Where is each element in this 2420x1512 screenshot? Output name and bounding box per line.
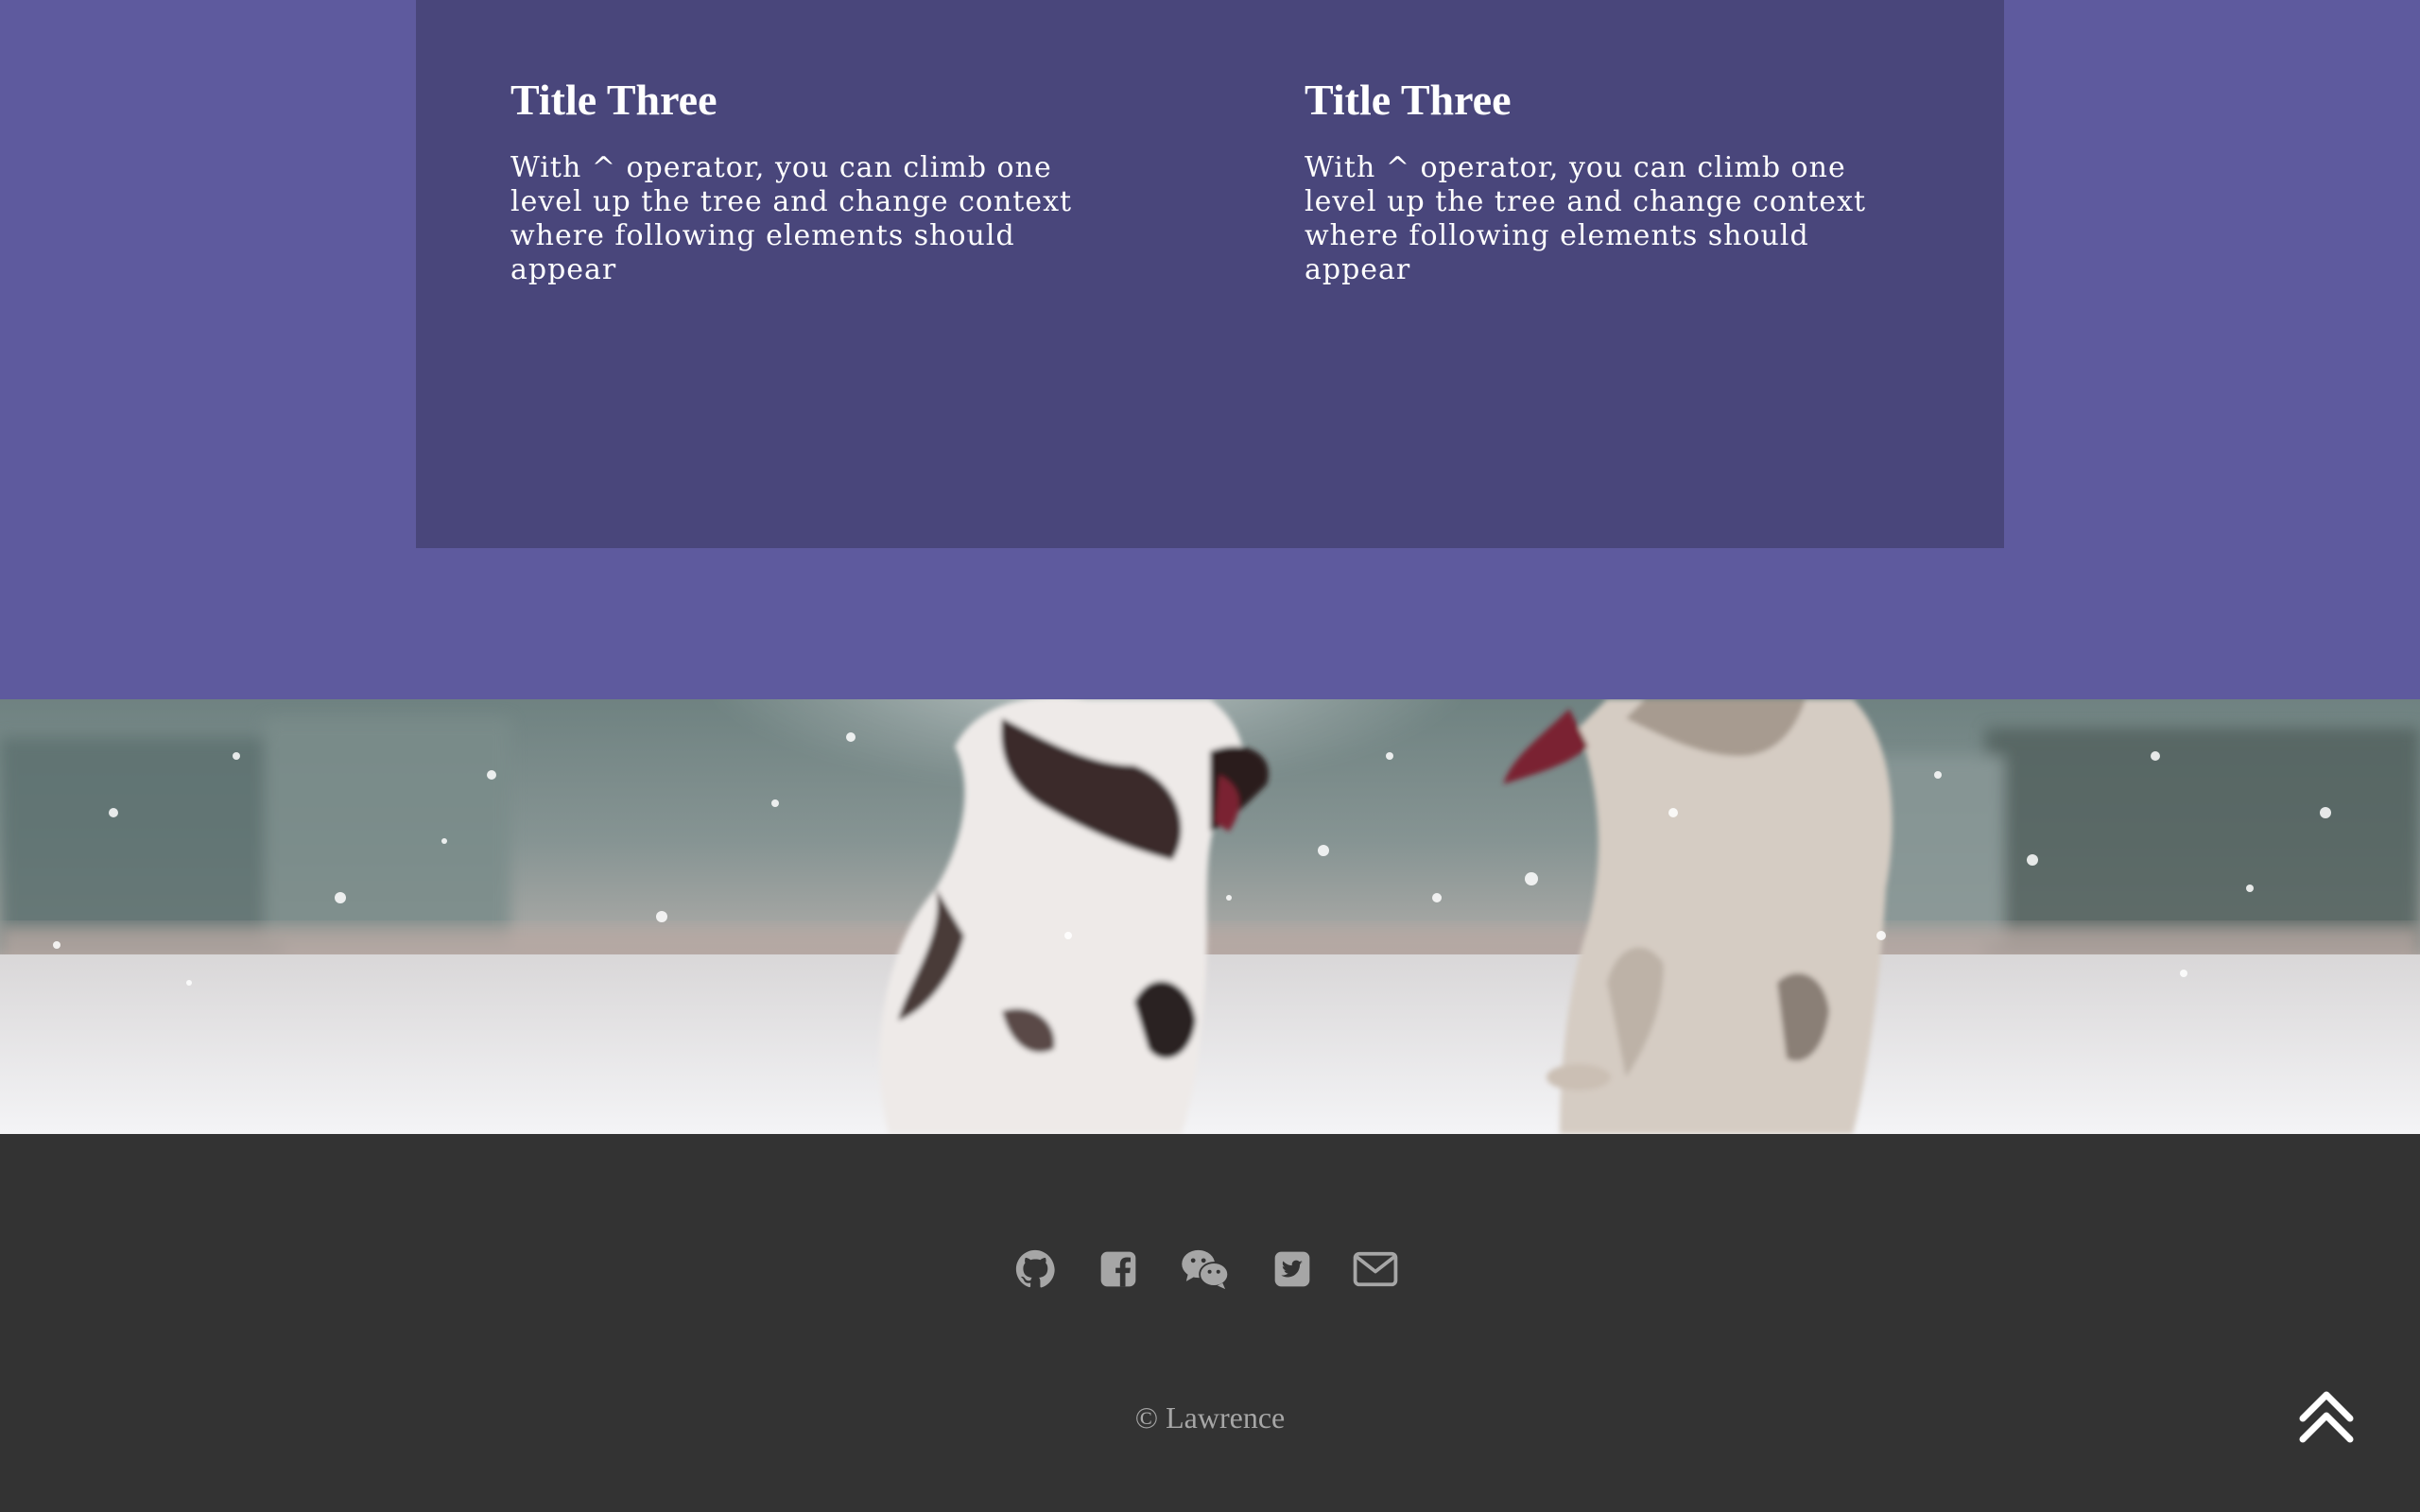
github-link[interactable] bbox=[1011, 1246, 1059, 1293]
feature-card: Title Three With ^ operator, you can cli… bbox=[1305, 70, 1910, 287]
wechat-icon bbox=[1182, 1249, 1230, 1290]
hero-image bbox=[0, 699, 2420, 1134]
husky-puppies-illustration bbox=[0, 699, 2420, 1134]
double-chevron-up-icon bbox=[2299, 1391, 2354, 1443]
card-body: With ^ operator, you can climb one level… bbox=[510, 151, 1073, 286]
github-icon bbox=[1015, 1249, 1055, 1288]
feature-card: Title Three With ^ operator, you can cli… bbox=[510, 70, 1115, 287]
social-links bbox=[1011, 1246, 1399, 1293]
mail-link[interactable] bbox=[1352, 1246, 1399, 1293]
card-panel: Title Three With ^ operator, you can cli… bbox=[416, 0, 2004, 548]
footer: © Lawrence bbox=[0, 1134, 2420, 1512]
copyright-text: © Lawrence bbox=[1134, 1400, 1286, 1435]
back-to-top-button[interactable] bbox=[2295, 1384, 2358, 1447]
mail-icon bbox=[1353, 1251, 1398, 1287]
facebook-icon bbox=[1100, 1251, 1136, 1287]
twitter-link[interactable] bbox=[1269, 1246, 1316, 1293]
card-body: With ^ operator, you can climb one level… bbox=[1305, 151, 1867, 286]
facebook-link[interactable] bbox=[1095, 1246, 1142, 1293]
card-title: Title Three bbox=[1305, 76, 1512, 124]
card-title: Title Three bbox=[510, 76, 717, 124]
wechat-link[interactable] bbox=[1178, 1246, 1233, 1293]
content-section: Title Three With ^ operator, you can cli… bbox=[0, 0, 2420, 699]
twitter-icon bbox=[1274, 1251, 1310, 1287]
